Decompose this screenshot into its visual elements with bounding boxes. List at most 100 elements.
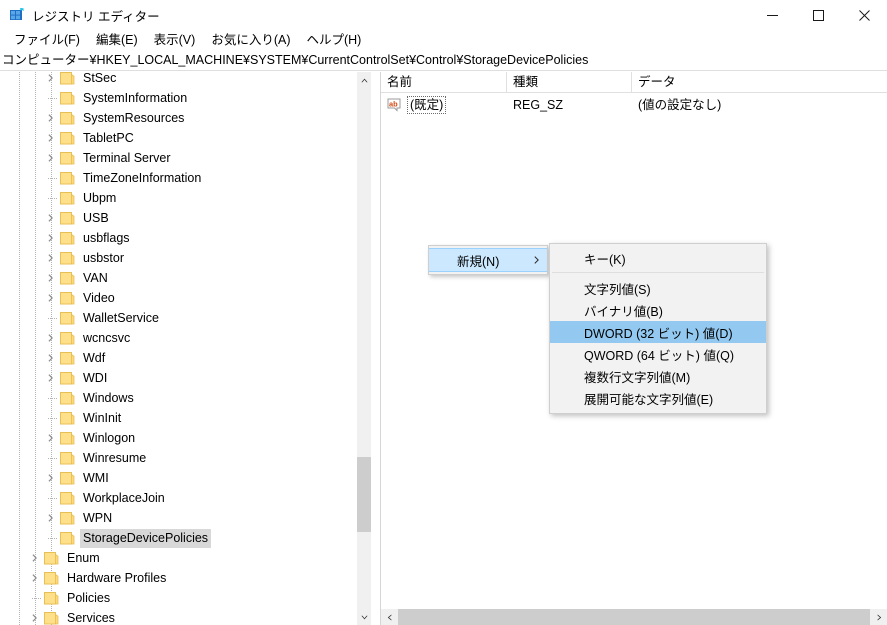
tree-item-label: Ubpm [83, 190, 117, 205]
chevron-right-icon[interactable] [42, 428, 58, 448]
tree-item-wdf[interactable]: Wdf [0, 348, 356, 368]
column-header-data[interactable]: データ [632, 72, 887, 92]
tree-item-wdi[interactable]: WDI [0, 368, 356, 388]
chevron-right-icon[interactable] [42, 72, 58, 88]
tree-item-usbflags[interactable]: usbflags [0, 228, 356, 248]
list-horizontal-scrollbar[interactable] [381, 609, 887, 625]
tree-item-winlogon[interactable]: Winlogon [0, 428, 356, 448]
chevron-right-icon[interactable] [42, 148, 58, 168]
column-header-name[interactable]: 名前 [381, 72, 507, 92]
tree-item-wininit[interactable]: WinInit [0, 408, 356, 428]
menu-favorites[interactable]: お気に入り(A) [203, 31, 298, 50]
tree-item-van[interactable]: VAN [0, 268, 356, 288]
tree-vertical-scrollbar[interactable] [356, 72, 371, 625]
address-bar[interactable]: コンピューター¥HKEY_LOCAL_MACHINE¥SYSTEM¥Curren… [0, 51, 887, 71]
folder-icon [60, 471, 76, 485]
table-row[interactable]: ab (既定) REG_SZ (値の設定なし) [381, 95, 887, 115]
tree-item-label: Windows [83, 390, 134, 405]
menu-item-new[interactable]: 新規(N) [429, 248, 547, 272]
tree-item-stsec[interactable]: StSec [0, 72, 356, 88]
chevron-right-icon[interactable] [42, 208, 58, 228]
scroll-down-arrow-icon[interactable] [357, 609, 371, 625]
tree-item-systemresources[interactable]: SystemResources [0, 108, 356, 128]
tree-connector [48, 538, 57, 539]
scroll-right-arrow-icon[interactable] [871, 609, 887, 625]
maximize-button[interactable] [795, 0, 841, 30]
folder-icon [60, 391, 76, 405]
menu-edit[interactable]: 編集(E) [88, 31, 146, 50]
title-bar: レジストリ エディター [0, 0, 887, 30]
menu-help[interactable]: ヘルプ(H) [298, 31, 369, 50]
tree-item-label: WMI [83, 470, 109, 485]
tree-item-label: Enum [67, 550, 100, 565]
tree-connector [48, 418, 57, 419]
pane-splitter[interactable] [371, 72, 380, 625]
tree-connector [48, 178, 57, 179]
close-button[interactable] [841, 0, 887, 30]
tree-scrollbar-thumb[interactable] [357, 457, 371, 532]
menu-new-key[interactable]: キー(K) [550, 247, 766, 269]
folder-icon [60, 431, 76, 445]
menu-new-multistring[interactable]: 複数行文字列値(M) [550, 365, 766, 387]
tree-item-terminal-server[interactable]: Terminal Server [0, 148, 356, 168]
menu-file[interactable]: ファイル(F) [6, 31, 88, 50]
chevron-right-icon[interactable] [42, 128, 58, 148]
tree-item-label: TabletPC [83, 130, 134, 145]
registry-editor-icon [9, 7, 25, 23]
tree-connector [32, 598, 41, 599]
menu-new-expandstring[interactable]: 展開可能な文字列値(E) [550, 387, 766, 409]
chevron-right-icon[interactable] [42, 108, 58, 128]
ab-string-icon: ab [387, 98, 403, 112]
chevron-right-icon[interactable] [42, 288, 58, 308]
chevron-right-icon[interactable] [26, 548, 42, 568]
tree-item-windows[interactable]: Windows [0, 388, 356, 408]
chevron-right-icon[interactable] [26, 568, 42, 588]
scroll-up-arrow-icon[interactable] [357, 72, 371, 88]
tree-item-ubpm[interactable]: Ubpm [0, 188, 356, 208]
tree-item-storagedevicepolicies[interactable]: StorageDevicePolicies [0, 528, 356, 548]
menu-new-binary[interactable]: バイナリ値(B) [550, 299, 766, 321]
registry-tree[interactable]: StSec SystemInformation SystemResources Tab… [0, 72, 356, 625]
tree-connector [48, 498, 57, 499]
folder-icon [60, 72, 76, 85]
chevron-right-icon[interactable] [42, 368, 58, 388]
tree-item-hardware-profiles[interactable]: Hardware Profiles [0, 568, 356, 588]
chevron-right-icon[interactable] [42, 228, 58, 248]
list-scrollbar-thumb[interactable] [398, 609, 870, 625]
tree-item-usbstor[interactable]: usbstor [0, 248, 356, 268]
column-header-type[interactable]: 種類 [507, 72, 632, 92]
menu-new-string[interactable]: 文字列値(S) [550, 277, 766, 299]
minimize-button[interactable] [749, 0, 795, 30]
menu-new-dword32[interactable]: DWORD (32 ビット) 値(D) [550, 321, 766, 343]
chevron-right-icon[interactable] [42, 328, 58, 348]
menu-view[interactable]: 表示(V) [146, 31, 204, 50]
tree-item-enum[interactable]: Enum [0, 548, 356, 568]
tree-item-usb[interactable]: USB [0, 208, 356, 228]
chevron-right-icon[interactable] [42, 508, 58, 528]
chevron-right-icon[interactable] [42, 468, 58, 488]
chevron-right-icon[interactable] [42, 348, 58, 368]
tree-item-label: usbstor [83, 250, 124, 265]
chevron-right-icon[interactable] [42, 248, 58, 268]
tree-item-services[interactable]: Services [0, 608, 356, 625]
menu-new-qword64[interactable]: QWORD (64 ビット) 値(Q) [550, 343, 766, 365]
tree-item-workplacejoin[interactable]: WorkplaceJoin [0, 488, 356, 508]
folder-icon [44, 591, 60, 605]
chevron-right-icon[interactable] [42, 268, 58, 288]
tree-item-label: USB [83, 210, 109, 225]
tree-item-wpn[interactable]: WPN [0, 508, 356, 528]
tree-item-systeminformation[interactable]: SystemInformation [0, 88, 356, 108]
tree-item-walletservice[interactable]: WalletService [0, 308, 356, 328]
scroll-left-arrow-icon[interactable] [381, 609, 397, 625]
tree-item-wmi[interactable]: WMI [0, 468, 356, 488]
folder-icon [60, 531, 76, 545]
tree-item-winresume[interactable]: Winresume [0, 448, 356, 468]
tree-item-timezoneinformation[interactable]: TimeZoneInformation [0, 168, 356, 188]
folder-icon [60, 151, 76, 165]
chevron-right-icon[interactable] [26, 608, 42, 625]
tree-item-policies[interactable]: Policies [0, 588, 356, 608]
tree-item-label: WPN [83, 510, 113, 525]
tree-item-tabletpc[interactable]: TabletPC [0, 128, 356, 148]
tree-item-wcncsvc[interactable]: wcncsvc [0, 328, 356, 348]
tree-item-video[interactable]: Video [0, 288, 356, 308]
